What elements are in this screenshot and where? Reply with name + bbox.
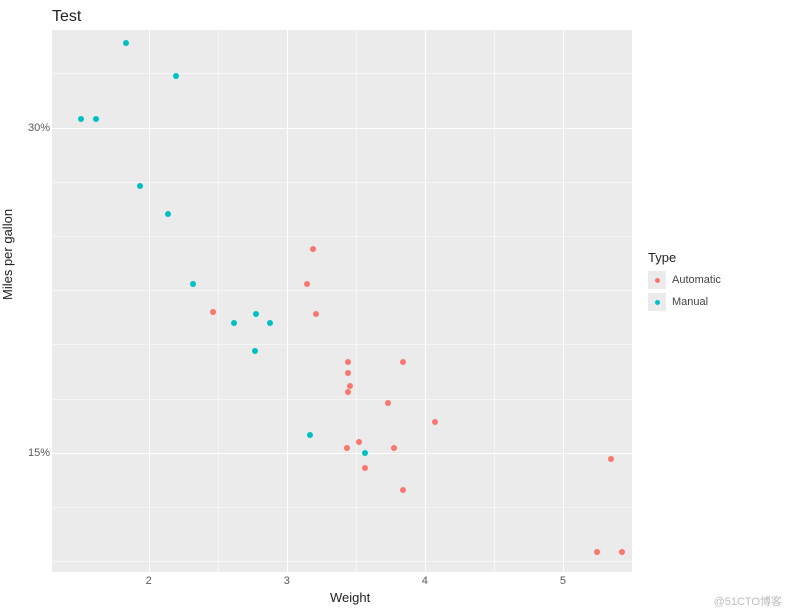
- data-point: [345, 370, 351, 376]
- gridline-horizontal-minor: [52, 344, 632, 345]
- gridline-horizontal-minor: [52, 236, 632, 237]
- gridline-vertical: [563, 30, 564, 572]
- data-point: [362, 465, 368, 471]
- x-tick-label: 3: [284, 575, 290, 587]
- legend-dot-icon: [655, 278, 660, 283]
- legend-key: [648, 271, 666, 289]
- data-point: [356, 439, 362, 445]
- data-point: [78, 116, 84, 122]
- legend-item: Automatic: [648, 271, 778, 289]
- gridline-horizontal-minor: [52, 73, 632, 74]
- data-point: [313, 311, 319, 317]
- data-point: [267, 320, 273, 326]
- data-point: [608, 456, 614, 462]
- y-axis-label: Miles per gallon: [0, 209, 15, 300]
- gridline-horizontal-minor: [52, 507, 632, 508]
- y-tick-label: 15%: [20, 447, 50, 459]
- data-point: [345, 359, 351, 365]
- data-point: [304, 281, 310, 287]
- legend-item: Manual: [648, 293, 778, 311]
- data-point: [432, 419, 438, 425]
- data-point: [93, 116, 99, 122]
- gridline-horizontal: [52, 453, 632, 454]
- x-tick-label: 4: [422, 575, 428, 587]
- gridline-vertical: [425, 30, 426, 572]
- data-point: [619, 549, 625, 555]
- data-point: [137, 183, 143, 189]
- gridline-vertical-minor: [494, 30, 495, 572]
- legend-dot-icon: [655, 300, 660, 305]
- data-point: [345, 389, 351, 395]
- legend-items: Automatic Manual: [648, 271, 778, 311]
- x-axis-label: Weight: [330, 590, 370, 605]
- gridline-vertical: [149, 30, 150, 572]
- gridline-vertical-minor: [356, 30, 357, 572]
- data-point: [253, 311, 259, 317]
- x-tick-label: 5: [560, 575, 566, 587]
- gridline-vertical: [287, 30, 288, 572]
- data-point: [123, 40, 129, 46]
- gridline-horizontal-minor: [52, 399, 632, 400]
- data-point: [391, 445, 397, 451]
- data-point: [252, 348, 258, 354]
- gridline-horizontal-minor: [52, 290, 632, 291]
- data-point: [190, 281, 196, 287]
- gridline-horizontal: [52, 128, 632, 129]
- data-point: [173, 73, 179, 79]
- data-point: [362, 450, 368, 456]
- data-point: [385, 400, 391, 406]
- data-point: [344, 445, 350, 451]
- plot-panel: [52, 30, 632, 572]
- data-point: [310, 246, 316, 252]
- data-point: [347, 383, 353, 389]
- data-point: [400, 359, 406, 365]
- legend-label: Automatic: [672, 274, 721, 286]
- legend: Type Automatic Manual: [648, 250, 778, 315]
- watermark: @51CTO博客: [714, 593, 782, 609]
- y-tick-label: 30%: [20, 122, 50, 134]
- data-point: [594, 549, 600, 555]
- gridline-vertical-minor: [218, 30, 219, 572]
- x-tick-label: 2: [146, 575, 152, 587]
- legend-label: Manual: [672, 296, 708, 308]
- chart-container: Test Miles per gallon Weight 2 3 4 5 15% 30%…: [0, 0, 788, 613]
- data-point: [165, 211, 171, 217]
- legend-title: Type: [648, 250, 778, 265]
- data-point: [210, 309, 216, 315]
- legend-key: [648, 293, 666, 311]
- data-point: [400, 487, 406, 493]
- chart-title: Test: [52, 8, 81, 26]
- data-point: [307, 432, 313, 438]
- data-point: [231, 320, 237, 326]
- gridline-horizontal-minor: [52, 561, 632, 562]
